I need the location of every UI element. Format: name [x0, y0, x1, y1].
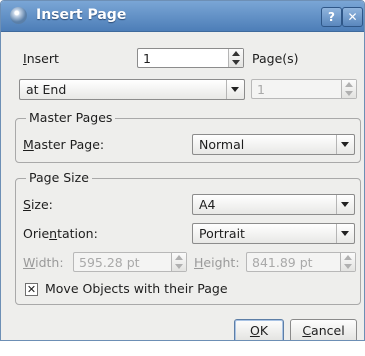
insert-page-spinbox[interactable]: 1 [251, 79, 357, 99]
page-size-group-title: Page Size [26, 170, 92, 185]
width-value: 595.28 pt [79, 255, 140, 270]
insert-count-value: 1 [143, 51, 151, 66]
dialog-title: Insert Page [36, 7, 127, 23]
move-objects-checkbox[interactable]: ✕ [25, 283, 38, 296]
size-value: A4 [199, 197, 216, 212]
insert-position-value: at End [26, 82, 67, 97]
master-pages-group-title: Master Pages [26, 110, 116, 125]
insert-page-stepper[interactable] [341, 80, 356, 98]
height-value: 841.89 pt [252, 255, 313, 270]
width-label: Width: [23, 255, 64, 270]
close-button[interactable]: ✕ [342, 7, 363, 27]
height-stepper[interactable] [340, 253, 355, 271]
insert-label: Insert [23, 51, 59, 66]
chevron-down-icon[interactable] [336, 195, 354, 214]
width-spinbox[interactable]: 595.28 pt [73, 252, 187, 272]
title-bar[interactable]: Insert Page ? ✕ [1, 1, 364, 32]
close-icon: ✕ [347, 10, 358, 24]
arrow-down-icon[interactable] [175, 264, 183, 269]
height-label: Height: [194, 255, 240, 270]
app-icon [10, 7, 27, 24]
cancel-button[interactable]: Cancel [290, 319, 357, 340]
arrow-down-icon[interactable] [344, 264, 352, 269]
chevron-down-icon[interactable] [336, 224, 354, 243]
arrow-up-icon[interactable] [232, 51, 240, 56]
orientation-combo[interactable]: Portrait [192, 223, 355, 244]
insert-position-combo[interactable]: at End [19, 79, 245, 100]
width-stepper[interactable] [171, 253, 186, 271]
orientation-label: Orientation: [23, 226, 98, 241]
master-page-label: Master Page: [23, 137, 105, 152]
master-page-combo[interactable]: Normal [192, 134, 355, 155]
ok-button[interactable]: OK [234, 319, 284, 340]
pages-suffix-label: Page(s) [252, 51, 299, 66]
insert-count-stepper[interactable] [228, 49, 243, 67]
master-page-value: Normal [199, 137, 245, 152]
arrow-up-icon[interactable] [344, 255, 352, 260]
size-combo[interactable]: A4 [192, 194, 355, 215]
arrow-down-icon[interactable] [232, 60, 240, 65]
chevron-down-icon[interactable] [336, 135, 354, 154]
page-size-group: Page Size Size: A4 Orientation: Portrait… [15, 170, 361, 305]
size-label: Size: [23, 197, 53, 212]
insert-count-spinbox[interactable]: 1 [137, 48, 244, 68]
move-objects-label[interactable]: Move Objects with their Page [45, 281, 228, 296]
arrow-up-icon[interactable] [175, 255, 183, 260]
height-spinbox[interactable]: 841.89 pt [246, 252, 356, 272]
chevron-down-icon[interactable] [226, 80, 244, 99]
master-pages-group: Master Pages Master Page: Normal [15, 110, 361, 163]
insert-page-dialog: Insert Page ? ✕ Insert 1 Page(s) at End … [0, 0, 365, 341]
arrow-down-icon[interactable] [345, 91, 353, 96]
check-icon: ✕ [26, 283, 37, 296]
arrow-up-icon[interactable] [345, 82, 353, 87]
help-button[interactable]: ? [321, 7, 342, 27]
orientation-value: Portrait [199, 226, 245, 241]
insert-page-value: 1 [257, 82, 265, 97]
